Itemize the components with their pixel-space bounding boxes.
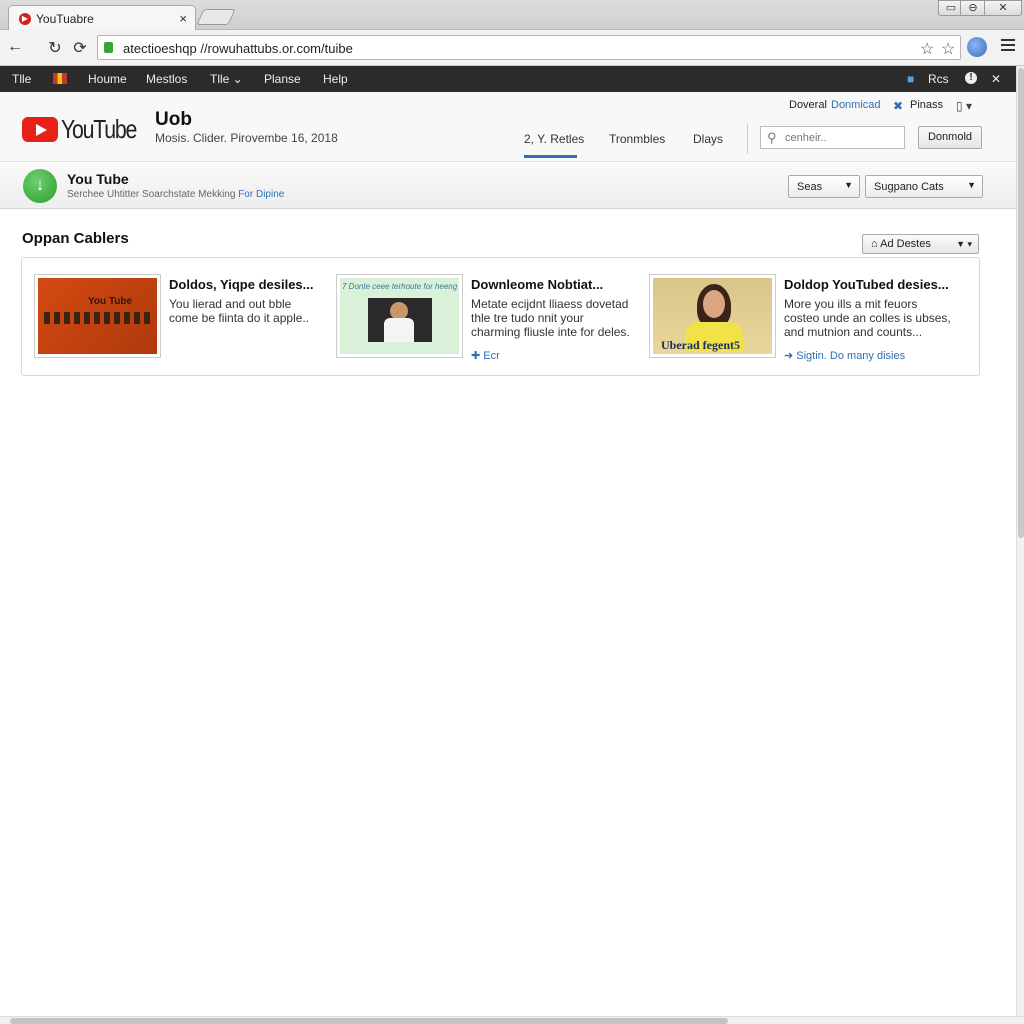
thumbnail-caption: 7 Donte ceee terhoute for heeng bbox=[342, 282, 458, 291]
browser-tab[interactable]: ▶ YouTuabre × bbox=[8, 5, 196, 31]
site-menubar: Tlle Houme Mestlos Tlle ⌄ Planse Help ■ … bbox=[0, 66, 1016, 92]
info-icon[interactable]: ! bbox=[965, 72, 977, 84]
person-shirt bbox=[384, 318, 414, 342]
back-arrow-icon[interactable]: ← bbox=[5, 38, 25, 56]
thumbnail-image: Uberad fegent5 bbox=[653, 278, 772, 354]
item-title[interactable]: Doldop YouTubed desies... bbox=[784, 277, 949, 292]
video-thumbnail[interactable]: Uberad fegent5 bbox=[649, 274, 776, 358]
person-face bbox=[703, 290, 725, 318]
app-description: Serchee Uhtitter Soarchstate Mekking For… bbox=[67, 189, 284, 200]
video-thumbnail[interactable]: 7 Donte ceee terhoute for heeng bbox=[336, 274, 463, 358]
youtube-logo[interactable]: YouTube bbox=[22, 114, 153, 145]
tab-close-icon[interactable]: × bbox=[179, 11, 187, 26]
browser-tabstrip: ▶ YouTuabre × ▭ ⊖ ✕ bbox=[0, 0, 1024, 31]
thumbnail-text: Uberad fegent5 bbox=[661, 338, 740, 352]
bookmark-star-icon[interactable]: ☆ bbox=[941, 39, 955, 59]
address-bar[interactable]: atectioeshqp //rowuhattubs.or.com/tuibe … bbox=[97, 35, 961, 60]
browser-menu-icon[interactable] bbox=[1001, 39, 1015, 54]
menu-item-planse[interactable]: Planse bbox=[264, 72, 301, 86]
tab-dlays[interactable]: Dlays bbox=[693, 132, 723, 146]
vertical-scrollbar[interactable] bbox=[1016, 66, 1024, 1016]
youtube-play-icon bbox=[22, 117, 58, 142]
download-button[interactable]: Donmold bbox=[918, 126, 982, 149]
chevron-down-icon: ▼ bbox=[967, 180, 976, 190]
youtube-favicon-icon: ▶ bbox=[19, 12, 31, 25]
item-link[interactable]: ➜ Sigtin. Do many disies bbox=[784, 349, 905, 362]
app-name: You Tube bbox=[67, 171, 129, 187]
app-description-text: Serchee Uhtitter Soarchstate Mekking bbox=[67, 189, 236, 200]
search-icon: ⚲ bbox=[767, 130, 777, 145]
thumbnail-text: You Tube bbox=[88, 296, 133, 307]
item-description: You lierad and out bble come be fiinta d… bbox=[169, 297, 310, 325]
app-bar: You Tube Serchee Uhtitter Soarchstate Me… bbox=[0, 163, 1016, 209]
page-subtitle: Mosis. Clider. Pirovembe 16, 2018 bbox=[155, 131, 338, 145]
url-text[interactable]: atectioeshqp //rowuhattubs.or.com/tuibe bbox=[123, 41, 353, 56]
section-title: Oppan Cablers bbox=[22, 230, 129, 247]
video-thumbnail[interactable]: You Tube bbox=[34, 274, 161, 358]
bell-icon: ⌂ bbox=[871, 238, 878, 250]
menu-item-home[interactable]: Houme bbox=[88, 72, 127, 86]
maximize-button[interactable]: ⊖ bbox=[960, 0, 986, 16]
item-link-label: Ecr bbox=[483, 350, 500, 362]
pin-icon[interactable]: ✖ bbox=[893, 99, 903, 113]
app-description-link[interactable]: For Dipine bbox=[238, 189, 284, 200]
menu-rcs[interactable]: Rcs bbox=[928, 72, 949, 86]
chevron-down-icon: ▼ bbox=[844, 180, 853, 190]
download-link[interactable]: Donmicad bbox=[831, 99, 881, 111]
video-list-panel: You Tube Doldos, Yiqpe desiles... You li… bbox=[21, 257, 980, 376]
browser-toolbar: ← ↻ ⟳ atectioeshqp //rowuhattubs.or.com/… bbox=[0, 30, 1024, 66]
item-title[interactable]: Doldos, Yiqpe desiles... bbox=[169, 277, 314, 292]
vertical-scrollbar-thumb[interactable] bbox=[1018, 68, 1024, 538]
tab-tronmbles[interactable]: Tronmbles bbox=[609, 132, 665, 146]
search-box[interactable]: ⚲ bbox=[760, 126, 905, 149]
add-destes-label: Ad Destes bbox=[880, 238, 931, 250]
item-title[interactable]: Downleome Nobtiat... bbox=[471, 277, 603, 292]
close-icon[interactable]: ✕ bbox=[991, 72, 1001, 86]
menu-item-help[interactable]: Help bbox=[323, 72, 348, 86]
folder-icon[interactable]: ■ bbox=[907, 72, 914, 86]
chevron-down-icon: ▼ ▾ bbox=[956, 239, 972, 249]
category-select[interactable]: Sugpano Cats ▼ bbox=[865, 175, 983, 198]
item-link[interactable]: ✚ Ecr bbox=[471, 349, 500, 362]
document-icon[interactable]: ▯ ▾ bbox=[956, 99, 972, 113]
horizontal-scrollbar[interactable] bbox=[0, 1016, 1024, 1024]
extension-icon[interactable] bbox=[967, 37, 987, 57]
youtube-wordmark: YouTube bbox=[61, 114, 137, 144]
pinass-link[interactable]: Pinass bbox=[910, 99, 943, 111]
horizontal-scrollbar-thumb[interactable] bbox=[10, 1018, 728, 1024]
flag-icon[interactable] bbox=[53, 73, 67, 84]
thumbnail-image: You Tube bbox=[38, 278, 157, 354]
tab-title: YouTuabre bbox=[36, 11, 94, 26]
item-description: Metate ecijdnt lliaess dovetad thle tre … bbox=[471, 297, 630, 339]
item-description: More you ills a mit feuors costeo unde a… bbox=[784, 297, 951, 339]
category-select-value: Sugpano Cats bbox=[874, 181, 944, 193]
forward-icon[interactable]: ↻ bbox=[45, 38, 65, 58]
page-title: Uob bbox=[155, 109, 192, 130]
thumbnail-image: 7 Donte ceee terhoute for heeng bbox=[340, 278, 459, 354]
menu-item-tlle-dropdown[interactable]: Tlle ⌄ bbox=[210, 72, 243, 86]
thumbnail-pattern bbox=[44, 312, 152, 324]
arrow-right-icon: ➜ bbox=[784, 350, 794, 362]
menu-item-tlle[interactable]: Tlle bbox=[12, 72, 31, 86]
seas-select[interactable]: Seas ▼ bbox=[788, 175, 860, 198]
reload-icon[interactable]: ⟳ bbox=[70, 38, 90, 58]
page-header: YouTube Uob Mosis. Clider. Pirovembe 16,… bbox=[0, 92, 1016, 162]
window-close-button[interactable]: ✕ bbox=[984, 0, 1022, 16]
item-link-label: Sigtin. Do many disies bbox=[796, 350, 906, 362]
download-app-icon bbox=[23, 169, 57, 203]
star-outline-icon[interactable]: ☆ bbox=[920, 39, 934, 59]
arrow-right-icon: ✚ bbox=[471, 350, 481, 362]
seas-select-value: Seas bbox=[797, 181, 823, 193]
add-destes-button[interactable]: ⌂ Ad Destes ▼ ▾ bbox=[862, 234, 979, 254]
new-tab-button[interactable] bbox=[196, 9, 236, 25]
tab-retles[interactable]: 2, Y. Retles bbox=[524, 132, 584, 158]
doveral-link[interactable]: Doveral bbox=[789, 99, 827, 111]
search-input[interactable] bbox=[785, 132, 900, 144]
header-divider bbox=[747, 124, 748, 154]
secure-lock-icon bbox=[104, 42, 113, 53]
menu-item-mestlos[interactable]: Mestlos bbox=[146, 72, 187, 86]
